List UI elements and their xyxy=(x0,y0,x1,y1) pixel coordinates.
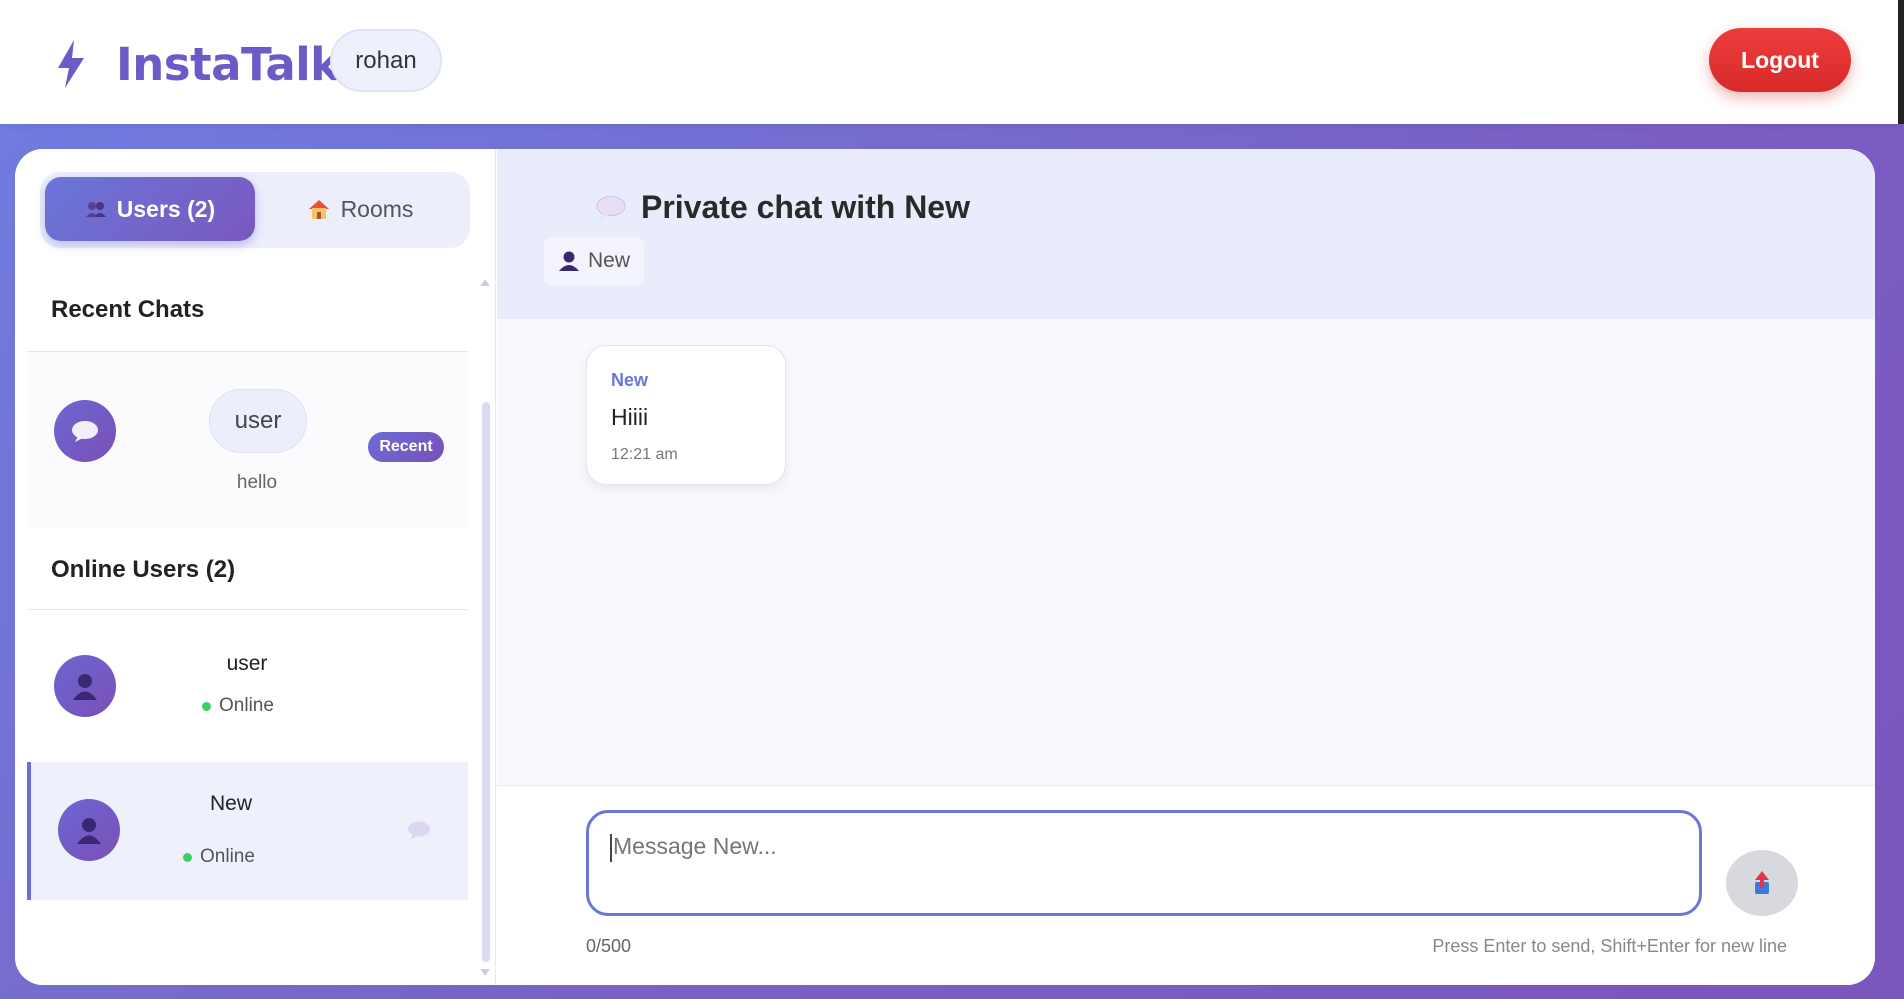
house-icon xyxy=(308,200,329,219)
tab-users[interactable]: Users (2) xyxy=(45,177,255,241)
user-name: user xyxy=(226,652,268,675)
message-sender: New xyxy=(611,370,649,390)
logout-button[interactable]: Logout xyxy=(1709,28,1851,92)
message-time: 12:21 am xyxy=(611,446,678,463)
app-card: Users (2) Rooms Recent Chats user hello … xyxy=(15,149,1875,985)
participant-chip: New xyxy=(544,237,645,285)
avatar xyxy=(54,400,116,462)
chat-title: Private chat with New xyxy=(595,189,970,226)
recent-chat-name: user xyxy=(209,389,307,453)
user-status-label: Online xyxy=(219,695,274,716)
send-button[interactable] xyxy=(1726,850,1798,916)
sidebar-scrollbar[interactable] xyxy=(482,402,490,962)
user-status: Online xyxy=(202,695,274,717)
app-title: InstaTalk xyxy=(116,38,340,91)
chat-title-text: Private chat with New xyxy=(641,189,970,225)
lightning-icon xyxy=(58,40,84,88)
sidebar: Users (2) Rooms Recent Chats user hello … xyxy=(15,149,496,985)
window-edge xyxy=(1898,0,1904,124)
user-status-label: Online xyxy=(200,846,255,867)
top-header: InstaTalk rohan Logout xyxy=(0,0,1898,124)
scroll-down-arrow[interactable] xyxy=(480,969,490,976)
speech-bubble-icon xyxy=(408,821,430,839)
message-list: New Hiiii 12:21 am xyxy=(497,319,1875,785)
message-bubble: New Hiiii 12:21 am xyxy=(586,345,786,485)
online-user-item-user[interactable]: user Online xyxy=(27,610,468,748)
recent-chats-heading: Recent Chats xyxy=(51,296,205,323)
text-caret xyxy=(610,834,612,862)
message-input[interactable] xyxy=(586,810,1702,916)
participant-name: New xyxy=(588,249,631,272)
send-icon xyxy=(1755,871,1769,894)
char-counter: 0/500 xyxy=(586,936,632,956)
person-icon xyxy=(77,818,101,844)
avatar xyxy=(54,655,116,717)
tab-rooms-label: Rooms xyxy=(340,195,414,222)
speech-bubble-icon xyxy=(72,421,98,442)
online-users-heading: Online Users (2) xyxy=(51,556,236,583)
chat-header: Private chat with New New xyxy=(497,149,1875,319)
person-icon xyxy=(559,251,579,271)
speech-bubble-icon xyxy=(596,195,626,220)
message-composer: 0/500 Press Enter to send, Shift+Enter f… xyxy=(497,785,1875,985)
message-text: Hiiii xyxy=(611,404,649,430)
tab-users-label: Users (2) xyxy=(116,195,216,222)
avatar xyxy=(58,799,120,861)
send-hint: Press Enter to send, Shift+Enter for new… xyxy=(1432,936,1787,956)
recent-badge: Recent xyxy=(368,432,444,462)
online-dot-icon xyxy=(202,701,211,711)
current-user-badge: rohan xyxy=(330,29,442,92)
user-status: Online xyxy=(183,846,255,868)
sidebar-tabs: Users (2) Rooms xyxy=(40,172,470,248)
online-user-item-new[interactable]: New Online xyxy=(27,762,468,900)
user-name: New xyxy=(209,792,252,815)
scroll-up-arrow[interactable] xyxy=(480,279,490,286)
online-dot-icon xyxy=(183,852,192,862)
recent-chat-item[interactable]: user hello Recent xyxy=(27,352,468,527)
users-icon xyxy=(85,202,106,217)
person-icon xyxy=(73,674,97,700)
tab-rooms[interactable]: Rooms xyxy=(255,177,465,241)
recent-chat-last-message: hello xyxy=(236,472,278,493)
